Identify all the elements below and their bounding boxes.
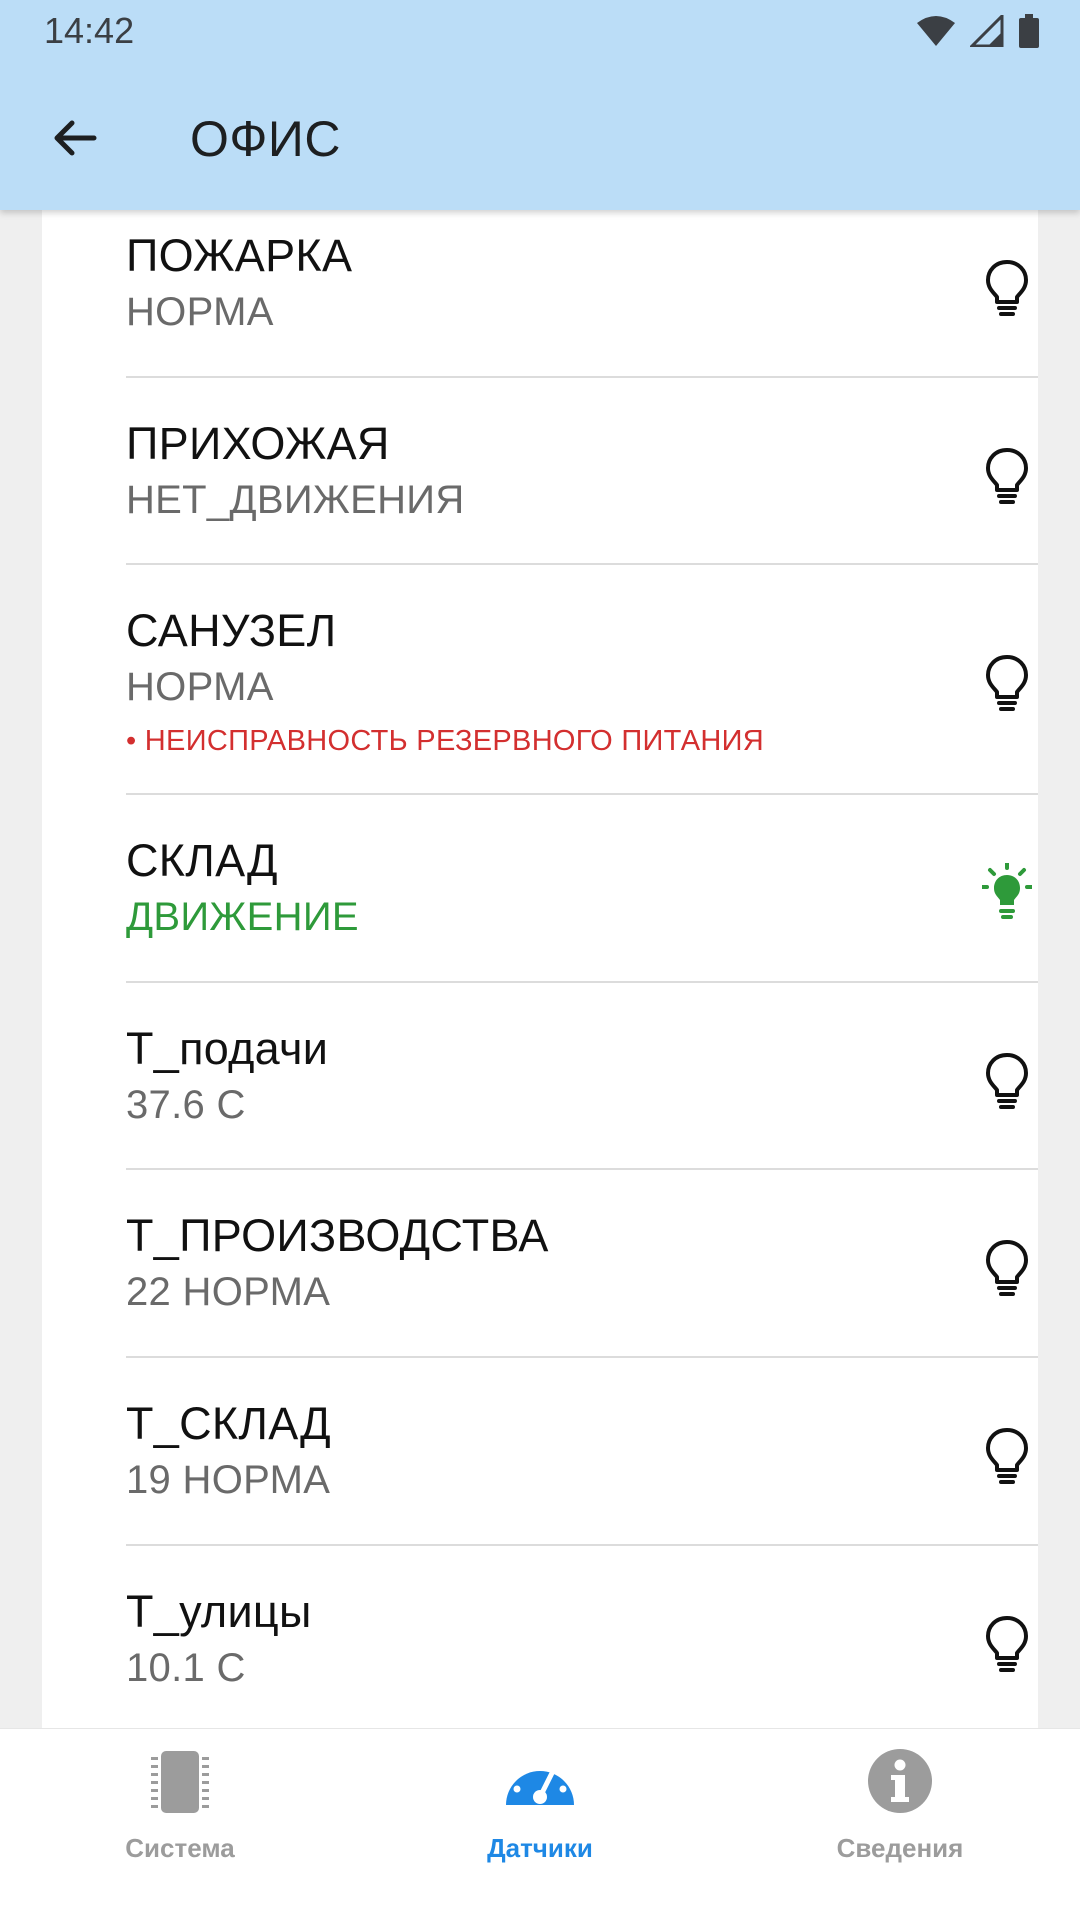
row-divider xyxy=(126,1544,1038,1546)
lightbulb-icon xyxy=(986,260,1028,316)
app-bar: 14:42 ОФИС xyxy=(0,0,1080,210)
status-icons xyxy=(916,14,1040,48)
arrow-back-icon xyxy=(54,120,97,156)
sensor-fault: • НЕИСПРАВНОСТЬ РЕЗЕРВНОГО ПИТАНИЯ xyxy=(126,725,764,757)
nav-label-info: Сведения xyxy=(836,1833,964,1863)
sensor-name: Т_улицы xyxy=(126,1586,312,1637)
sensor-row[interactable]: СКЛАД ДВИЖЕНИЕ xyxy=(126,835,1038,983)
lightbulb-icon xyxy=(986,1053,1028,1109)
sensor-row[interactable]: ПРИХОЖАЯ НЕТ_ДВИЖЕНИЯ xyxy=(126,418,1038,566)
sensor-row[interactable]: Т_улицы 10.1 C xyxy=(126,1586,1038,1734)
row-divider xyxy=(126,563,1038,565)
battery-icon xyxy=(1019,14,1039,48)
row-divider xyxy=(126,981,1038,983)
sensor-name: Т_подачи xyxy=(126,1023,329,1074)
row-divider xyxy=(126,376,1038,378)
sensor-row[interactable]: САНУЗЕЛ НОРМА • НЕИСПРАВНОСТЬ РЕЗЕРВНОГО П… xyxy=(126,605,1038,793)
chip-icon xyxy=(151,1751,209,1813)
sensor-row[interactable]: Т_СКЛАД 19 НОРМА xyxy=(126,1398,1038,1546)
sensor-state: 37.6 C xyxy=(126,1083,246,1127)
gauge-icon xyxy=(506,1757,574,1805)
bottom-navigation: Система Датчики Сведения xyxy=(0,1728,1080,1921)
sensor-list: ПОЖАРКА НОРМА ПРИХОЖАЯ НЕТ_ДВИЖЕНИЯ САНУЗЕЛ Н… xyxy=(42,0,1038,1730)
sensor-row[interactable]: Т_ПРОИЗВОДСТВА 22 НОРМА xyxy=(126,1210,1038,1358)
sensor-state: 19 НОРМА xyxy=(126,1458,331,1502)
sensor-name: СКЛАД xyxy=(126,835,278,886)
wifi-icon xyxy=(917,16,955,46)
sensor-row[interactable]: Т_подачи 37.6 C xyxy=(126,1023,1038,1171)
row-divider xyxy=(126,1168,1038,1170)
nav-item-info[interactable]: Сведения xyxy=(720,1729,1080,1879)
sensor-state: 10.1 C xyxy=(126,1646,246,1690)
lightbulb-icon xyxy=(986,655,1028,711)
sensor-name: Т_СКЛАД xyxy=(126,1398,331,1449)
sensor-name: ПРИХОЖАЯ xyxy=(126,418,390,469)
sensor-name: ПОЖАРКА xyxy=(126,230,353,281)
lightbulb-icon xyxy=(986,448,1028,504)
nav-item-system[interactable]: Система xyxy=(0,1729,360,1879)
nav-label-system: Система xyxy=(125,1833,235,1863)
nav-label-sensors: Датчики xyxy=(487,1833,593,1863)
lightbulb-on-icon xyxy=(982,863,1032,919)
back-button[interactable] xyxy=(44,108,104,168)
sensor-state: НОРМА xyxy=(126,665,274,709)
lightbulb-icon xyxy=(986,1240,1028,1296)
sensor-name: Т_ПРОИЗВОДСТВА xyxy=(126,1210,549,1261)
sensor-row[interactable]: ПОЖАРКА НОРМА xyxy=(126,230,1038,378)
row-divider xyxy=(126,1356,1038,1358)
page-title: ОФИС xyxy=(190,111,341,167)
lightbulb-icon xyxy=(986,1616,1028,1672)
status-time: 14:42 xyxy=(44,10,135,51)
cell-signal-icon xyxy=(970,15,1004,47)
row-divider xyxy=(126,793,1038,795)
nav-item-sensors[interactable]: Датчики xyxy=(360,1729,720,1879)
sensor-state: НОРМА xyxy=(126,290,274,334)
info-icon xyxy=(868,1749,932,1813)
sensor-state: 22 НОРМА xyxy=(126,1270,331,1314)
sensor-state: ДВИЖЕНИЕ xyxy=(126,895,359,939)
lightbulb-icon xyxy=(986,1428,1028,1484)
sensor-name: САНУЗЕЛ xyxy=(126,605,337,656)
sensor-state: НЕТ_ДВИЖЕНИЯ xyxy=(126,478,465,522)
